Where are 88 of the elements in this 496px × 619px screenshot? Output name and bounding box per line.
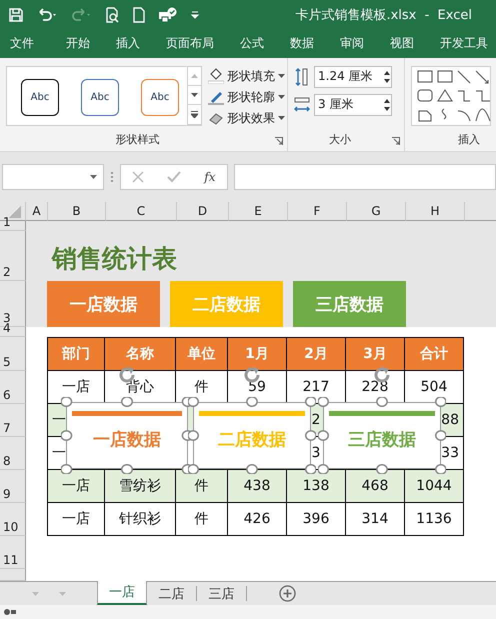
dialog-launcher-icon[interactable] bbox=[275, 137, 283, 146]
row-header[interactable]: 6 bbox=[0, 371, 26, 404]
sheet-tab[interactable]: 二店 bbox=[147, 586, 197, 602]
card-title: 二店数据 bbox=[218, 429, 286, 452]
row-header[interactable]: 5 bbox=[0, 337, 26, 372]
sheet-tab[interactable]: 一店 bbox=[97, 581, 147, 606]
shape-style-tile[interactable]: Abc bbox=[81, 78, 119, 116]
shape-style-tile[interactable]: Abc bbox=[141, 78, 179, 116]
add-sheet-icon[interactable] bbox=[279, 585, 296, 602]
grip-icon bbox=[110, 170, 114, 183]
column-header[interactable]: G bbox=[347, 202, 406, 222]
column-heading: 3月 bbox=[346, 337, 405, 372]
scroll-down-icon[interactable] bbox=[191, 93, 198, 98]
dropdown-caret-icon[interactable] bbox=[278, 74, 285, 78]
sheet-tab[interactable]: 三店 bbox=[197, 586, 247, 602]
table-cell: 314 bbox=[346, 503, 405, 536]
print-preview-icon[interactable] bbox=[104, 6, 120, 23]
row-header[interactable]: 8 bbox=[0, 437, 26, 470]
new-document-icon[interactable] bbox=[132, 6, 146, 23]
table-cell: 1136 bbox=[405, 503, 464, 536]
dropdown-caret-icon[interactable] bbox=[278, 116, 285, 120]
table-cell: 雪纺衫 bbox=[105, 470, 176, 504]
column-heading: 2月 bbox=[287, 337, 346, 372]
table-cell: 426 bbox=[228, 503, 287, 536]
ribbon-tab[interactable]: 公式 bbox=[240, 35, 290, 52]
customize-toolbar-icon[interactable] bbox=[190, 8, 200, 21]
shape-command[interactable]: 形状填充 bbox=[208, 68, 285, 85]
column-heading: 合计 bbox=[405, 337, 464, 372]
row-header[interactable]: 10 bbox=[0, 503, 26, 536]
name-box-caret-icon[interactable] bbox=[90, 174, 97, 179]
column-header[interactable]: E bbox=[229, 202, 288, 222]
shape-command[interactable]: 形状效果 bbox=[208, 110, 285, 127]
column-heading: 名称 bbox=[105, 337, 176, 372]
spinner-icon[interactable] bbox=[383, 98, 391, 112]
dialog-launcher-icon[interactable] bbox=[392, 137, 400, 146]
table-cell: 438 bbox=[228, 470, 287, 504]
ribbon-tab[interactable]: 文件 bbox=[10, 35, 66, 52]
column-header[interactable]: A bbox=[26, 202, 48, 222]
column-header[interactable]: F bbox=[288, 202, 347, 222]
row-header[interactable]: 11 bbox=[0, 536, 26, 570]
column-header[interactable]: H bbox=[406, 202, 465, 222]
paint-bucket-icon bbox=[208, 68, 224, 84]
shape-command[interactable]: 形状轮廓 bbox=[208, 88, 285, 106]
formula-field[interactable] bbox=[234, 164, 496, 190]
save-icon[interactable] bbox=[8, 6, 24, 23]
ribbon-tab[interactable]: 插入 bbox=[116, 35, 166, 52]
spinner-icon[interactable] bbox=[383, 70, 391, 84]
ribbon-tab[interactable]: 视图 bbox=[390, 35, 440, 52]
group-label: 形状样式 bbox=[114, 132, 160, 148]
table-cell: 138 bbox=[287, 470, 346, 504]
insert-function-button[interactable]: fx bbox=[204, 170, 216, 184]
shape-style-tile[interactable]: Abc bbox=[21, 78, 59, 116]
dropdown-caret-icon[interactable] bbox=[278, 95, 285, 100]
printer-check-icon[interactable] bbox=[158, 6, 178, 23]
column-header[interactable]: C bbox=[106, 202, 177, 222]
table-cell: 一店 bbox=[47, 503, 105, 536]
ribbon-tab[interactable]: 页面布局 bbox=[166, 35, 240, 52]
row-header[interactable]: 9 bbox=[0, 470, 26, 504]
pencil-icon bbox=[208, 89, 224, 106]
column-header[interactable]: D bbox=[177, 202, 229, 222]
width-field[interactable]: 3 厘米 bbox=[314, 94, 392, 116]
width-icon bbox=[294, 96, 310, 114]
height-icon bbox=[294, 68, 310, 86]
group-label: 大小 bbox=[328, 132, 352, 148]
column-heading: 单位 bbox=[176, 337, 228, 372]
expand-gallery-icon[interactable] bbox=[191, 111, 198, 118]
sheet-title: 销售统计表 bbox=[52, 242, 177, 275]
ribbon-tab[interactable]: 开始 bbox=[66, 35, 116, 52]
column-header[interactable]: B bbox=[48, 202, 106, 222]
table-cell: 1044 bbox=[405, 470, 464, 504]
ribbon-tab[interactable]: 数据 bbox=[290, 35, 340, 52]
height-field[interactable]: 1.24 厘米 bbox=[314, 66, 392, 88]
row-header[interactable]: 2 bbox=[0, 231, 26, 282]
shape-style-gallery[interactable]: Abc Abc Abc bbox=[6, 66, 202, 126]
ribbon-tab[interactable]: 开发工具 bbox=[440, 35, 490, 52]
table-cell: 396 bbox=[287, 503, 346, 536]
window-title: 卡片式销售模板.xlsx - Excel bbox=[295, 6, 473, 24]
table-cell: 针织衫 bbox=[105, 503, 176, 536]
ribbon-tab[interactable]: 审阅 bbox=[340, 35, 390, 52]
macro-record-icon bbox=[4, 609, 16, 616]
table-cell: 一店 bbox=[47, 470, 105, 504]
column-heading: 部门 bbox=[47, 337, 105, 372]
group-label: 插入 bbox=[457, 132, 481, 148]
row-header[interactable]: 7 bbox=[0, 404, 26, 438]
table-cell: 件 bbox=[176, 503, 228, 536]
table-cell: 468 bbox=[346, 470, 405, 504]
table-cell: 件 bbox=[176, 470, 228, 504]
column-heading: 1月 bbox=[228, 337, 287, 372]
